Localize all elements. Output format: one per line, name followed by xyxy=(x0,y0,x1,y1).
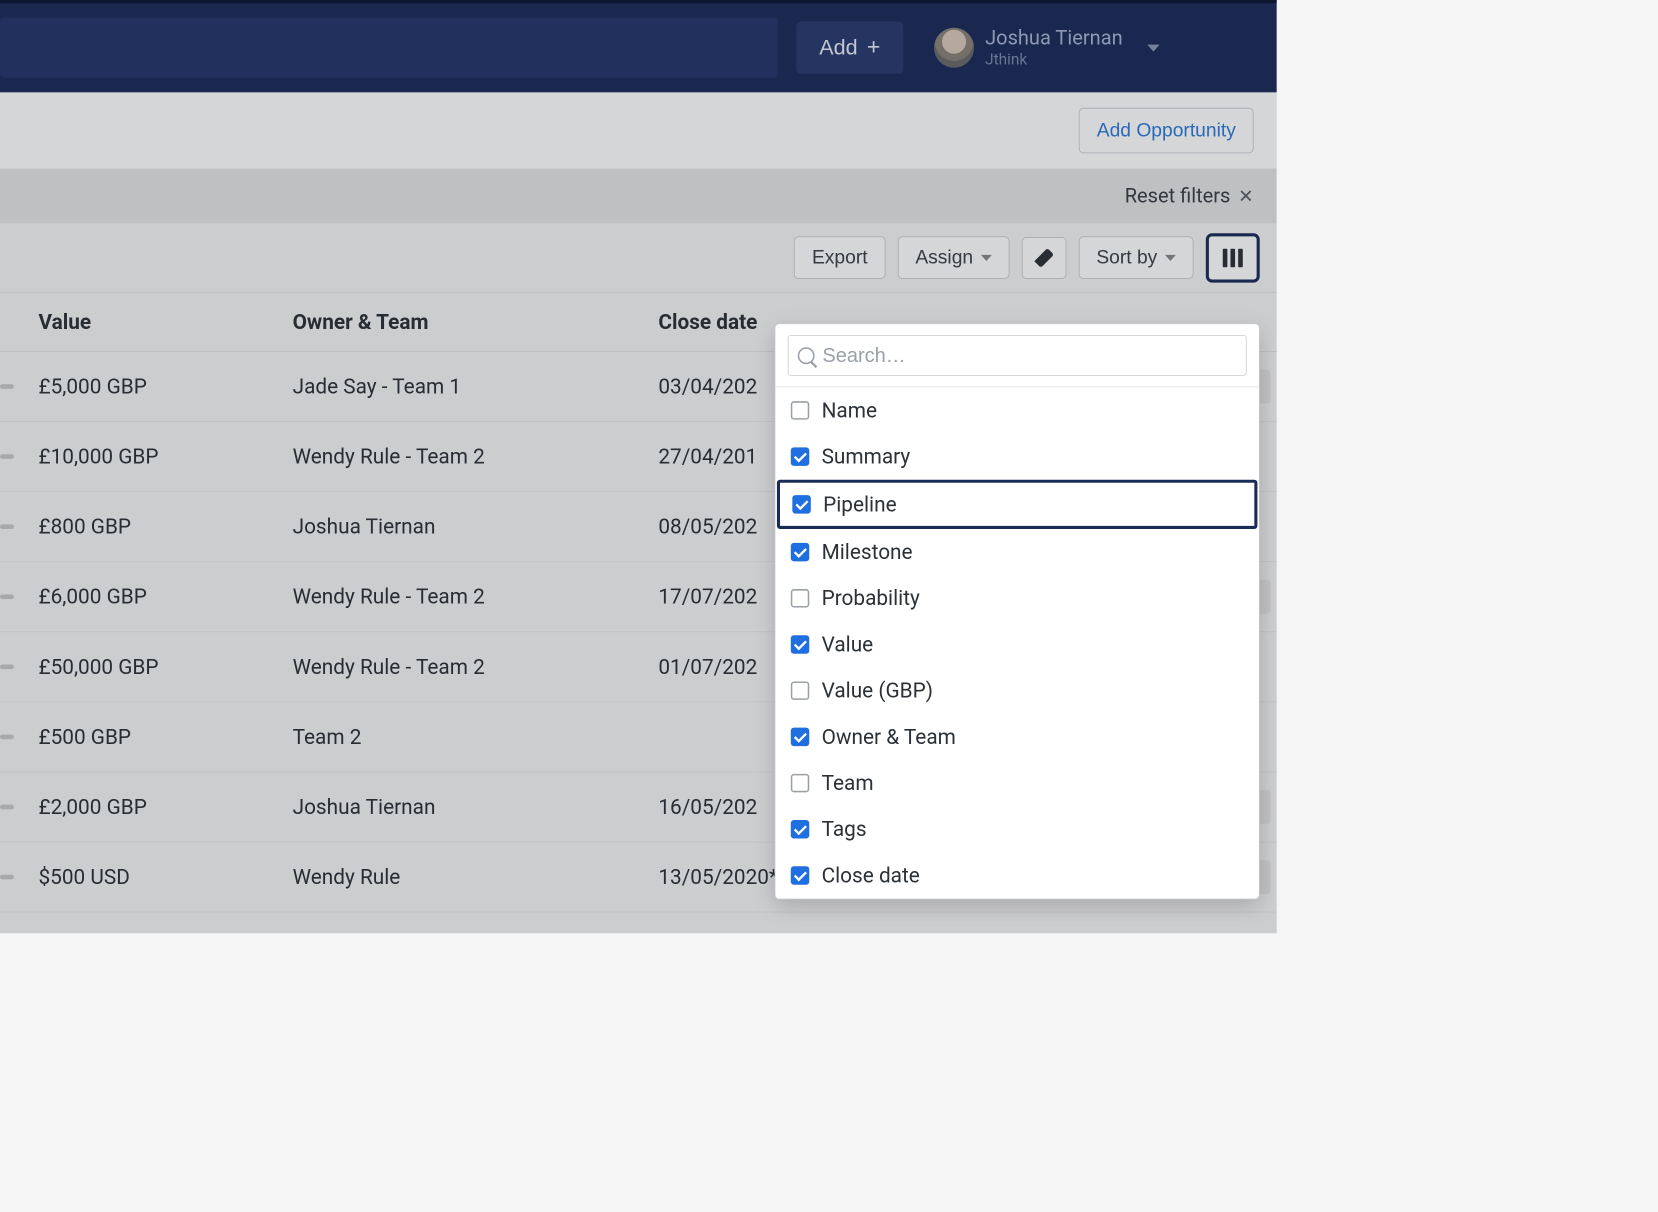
checkbox[interactable] xyxy=(791,774,809,792)
page-subheader: Add Opportunity xyxy=(0,92,1277,169)
column-option-probability[interactable]: Probability xyxy=(775,575,1259,621)
column-header-value[interactable]: Value xyxy=(39,310,293,335)
column-option-close-date[interactable]: Close date xyxy=(775,852,1259,898)
column-option-pipeline[interactable]: Pipeline xyxy=(777,480,1257,529)
dropdown-list: Name Summary Pipeline Milestone Probability V… xyxy=(775,387,1259,898)
columns-icon xyxy=(1238,248,1243,266)
tags-button[interactable] xyxy=(1022,237,1067,279)
reset-filters-link[interactable]: Reset filters ✕ xyxy=(1125,185,1254,208)
add-button-label: Add xyxy=(819,35,857,60)
assign-button[interactable]: Assign xyxy=(898,236,1010,278)
search-icon xyxy=(798,347,815,364)
dropdown-search-wrap xyxy=(775,324,1259,387)
cell-value: £10,000 GBP xyxy=(39,444,293,469)
column-option-name[interactable]: Name xyxy=(775,387,1259,433)
column-option-owner-team[interactable]: Owner & Team xyxy=(775,714,1259,760)
checkbox[interactable] xyxy=(791,401,809,419)
dropdown-search-input[interactable] xyxy=(822,343,1236,367)
cell-owner: Jade Say - Team 1 xyxy=(293,374,659,399)
column-header-owner[interactable]: Owner & Team xyxy=(293,310,659,335)
cell-owner: Joshua Tiernan xyxy=(293,514,659,539)
columns-icon xyxy=(1223,248,1228,266)
column-option-milestone[interactable]: Milestone xyxy=(775,529,1259,575)
cell-owner: Team 2 xyxy=(293,725,659,750)
checkbox[interactable] xyxy=(791,866,809,884)
plus-icon: + xyxy=(867,36,880,59)
chevron-down-icon xyxy=(1147,44,1159,51)
checkbox[interactable] xyxy=(791,681,809,699)
close-icon: ✕ xyxy=(1238,186,1253,208)
assign-label: Assign xyxy=(915,246,973,268)
checkbox[interactable] xyxy=(791,447,809,465)
cell-value: $500 USD xyxy=(39,865,293,890)
user-name: Joshua Tiernan xyxy=(985,27,1123,50)
checkbox[interactable] xyxy=(792,495,810,513)
cell-owner: Wendy Rule - Team 2 xyxy=(293,655,659,680)
cell-value: £6,000 GBP xyxy=(39,584,293,609)
checkbox[interactable] xyxy=(791,635,809,653)
column-option-label: Pipeline xyxy=(823,492,896,517)
top-navbar: Add + Joshua Tiernan Jthink xyxy=(0,0,1277,92)
column-option-value[interactable]: Value xyxy=(775,621,1259,667)
cell-value: £800 GBP xyxy=(39,514,293,539)
column-option-label: Name xyxy=(822,398,877,423)
cell-owner: Wendy Rule - Team 2 xyxy=(293,584,659,609)
global-search-area[interactable] xyxy=(0,18,778,78)
tag-icon xyxy=(1034,248,1054,268)
cell-owner: Joshua Tiernan xyxy=(293,795,659,820)
checkbox[interactable] xyxy=(791,589,809,607)
column-option-label: Team xyxy=(822,771,874,796)
sort-by-label: Sort by xyxy=(1096,246,1157,268)
cell-value: £2,000 GBP xyxy=(39,795,293,820)
columns-picker-dropdown: Name Summary Pipeline Milestone Probability V… xyxy=(775,323,1260,899)
reset-filters-label: Reset filters xyxy=(1125,185,1231,208)
sort-by-button[interactable]: Sort by xyxy=(1079,236,1194,278)
dropdown-search[interactable] xyxy=(788,335,1247,376)
column-option-label: Close date xyxy=(822,863,920,888)
cell-owner: Wendy Rule - Team 2 xyxy=(293,444,659,469)
user-subtitle: Jthink xyxy=(985,50,1123,68)
column-option-label: Tags xyxy=(822,817,867,842)
chevron-down-icon xyxy=(1165,254,1176,260)
column-option-tags[interactable]: Tags xyxy=(775,806,1259,852)
column-option-label: Probability xyxy=(822,586,920,611)
columns-icon xyxy=(1230,248,1235,266)
column-option-label: Summary xyxy=(822,444,911,469)
column-option-summary[interactable]: Summary xyxy=(775,434,1259,480)
add-button[interactable]: Add + xyxy=(796,22,903,74)
table-toolbar: Export Assign Sort by xyxy=(0,223,1277,292)
cell-value: £500 GBP xyxy=(39,725,293,750)
export-button[interactable]: Export xyxy=(794,236,885,278)
cell-value: £5,000 GBP xyxy=(39,374,293,399)
checkbox[interactable] xyxy=(791,728,809,746)
cell-owner: Wendy Rule xyxy=(293,865,659,890)
columns-picker-button[interactable] xyxy=(1206,233,1260,282)
column-option-team[interactable]: Team xyxy=(775,760,1259,806)
filter-bar: Reset filters ✕ xyxy=(0,169,1277,223)
column-option-label: Value xyxy=(822,632,874,657)
checkbox[interactable] xyxy=(791,543,809,561)
user-menu[interactable]: Joshua Tiernan Jthink xyxy=(934,27,1175,69)
avatar xyxy=(934,28,974,68)
column-option-label: Milestone xyxy=(822,540,913,565)
column-option-label: Value (GBP) xyxy=(822,678,933,703)
column-option-label: Owner & Team xyxy=(822,725,956,750)
checkbox[interactable] xyxy=(791,820,809,838)
chevron-down-icon xyxy=(981,254,992,260)
add-opportunity-button[interactable]: Add Opportunity xyxy=(1079,108,1254,153)
cell-value: £50,000 GBP xyxy=(39,655,293,680)
column-option-value-gbp-[interactable]: Value (GBP) xyxy=(775,668,1259,714)
user-text: Joshua Tiernan Jthink xyxy=(985,27,1123,69)
